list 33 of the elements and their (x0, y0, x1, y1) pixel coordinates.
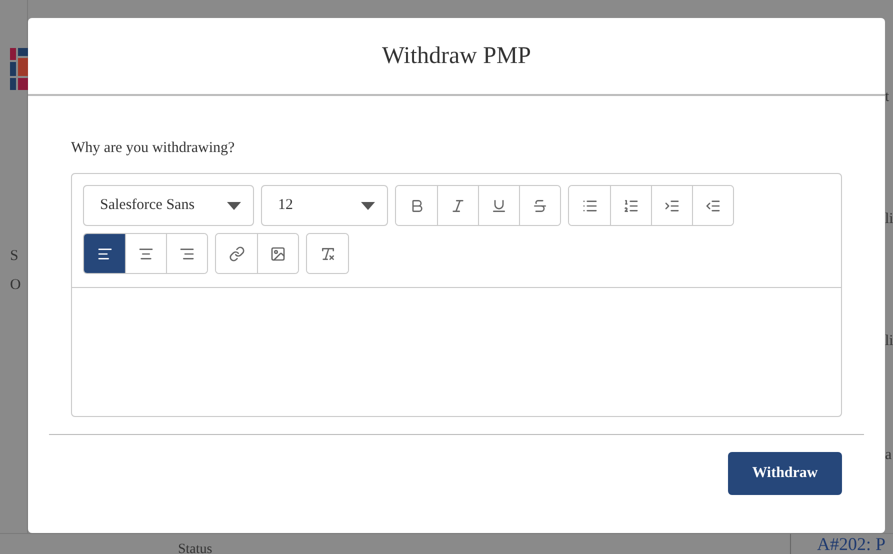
withdraw-button[interactable]: Withdraw (728, 452, 842, 495)
image-icon (270, 246, 286, 262)
background-text: Status (178, 542, 212, 554)
caret-icon (227, 202, 241, 210)
toolbar-button[interactable] (257, 234, 298, 273)
logo-icon (10, 48, 28, 90)
background-text: li (885, 332, 893, 350)
background-text: li (885, 210, 893, 228)
toolbar-button[interactable] (166, 234, 207, 273)
field-label: Why are you withdrawing? (71, 140, 235, 156)
toolbar-button[interactable] (692, 186, 733, 225)
caret-icon (361, 202, 375, 210)
background-text: O (10, 276, 22, 294)
modal-title: Withdraw PMP (382, 42, 532, 71)
align-right-icon (179, 246, 195, 262)
font-dropdown[interactable]: Salesforce Sans (83, 185, 254, 226)
bullet-list-icon (582, 198, 598, 214)
clear-formatting-icon (320, 246, 336, 262)
size-dropdown[interactable]: 12 (261, 185, 388, 226)
toolbar-button[interactable] (84, 234, 125, 273)
link-icon (228, 246, 244, 262)
italic-icon (450, 198, 466, 214)
numbered-list-icon (623, 198, 639, 214)
background-text: a (885, 446, 893, 464)
toolbar-button[interactable] (519, 186, 560, 225)
indent-icon (664, 198, 680, 214)
align-center-icon (138, 246, 154, 262)
underline-icon (491, 198, 507, 214)
outdent-icon (705, 198, 721, 214)
strikethrough-icon (532, 198, 548, 214)
background-text: S (10, 247, 20, 266)
align-left-icon (96, 246, 112, 262)
background-text: t (885, 88, 890, 106)
